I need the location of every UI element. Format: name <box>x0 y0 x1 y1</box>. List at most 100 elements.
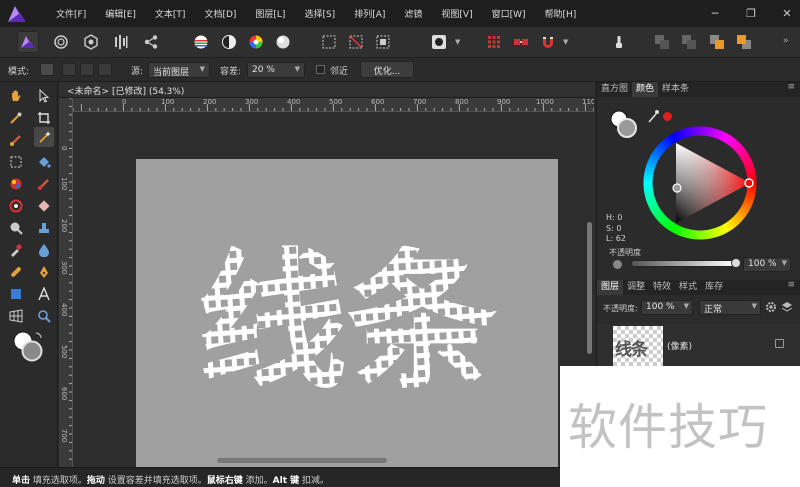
quick-mask-icon[interactable] <box>428 31 450 53</box>
magnet-snapping-icon[interactable] <box>537 31 559 53</box>
select-all-icon[interactable] <box>318 31 340 53</box>
arrange-backward-icon[interactable] <box>678 31 700 53</box>
tab-adjustments[interactable]: 调整 <box>623 280 649 295</box>
layer-options-icon[interactable] <box>781 301 793 313</box>
mode-new-button[interactable] <box>40 63 54 76</box>
chevron-down-icon[interactable]: ▼ <box>563 38 568 46</box>
source-dropdown[interactable]: 当前图层 ▼ <box>148 62 210 78</box>
selection-brush-tool-icon[interactable] <box>6 174 26 194</box>
text-tool-icon[interactable] <box>34 284 54 304</box>
arrange-back-icon[interactable] <box>651 31 673 53</box>
dodge-tool-icon[interactable] <box>6 218 26 238</box>
current-color-swatch[interactable] <box>663 112 672 121</box>
opacity-slider[interactable] <box>631 260 735 267</box>
layer-row[interactable]: 线条 (像素) <box>597 324 800 366</box>
blend-mode-dropdown[interactable]: 正常 ▼ <box>699 300 761 315</box>
menu-select[interactable]: 选择[S] <box>304 7 335 20</box>
flood-select-tool-icon[interactable] <box>34 127 54 147</box>
marquee-tool-icon[interactable] <box>6 152 26 172</box>
layer-opacity-field[interactable]: 100 % ▼ <box>641 300 693 315</box>
auto-levels-icon[interactable] <box>190 31 212 53</box>
minimize-button[interactable]: ─ <box>708 7 722 20</box>
hand-tool-icon[interactable] <box>6 86 26 106</box>
color-picker-tool-icon[interactable] <box>6 108 26 128</box>
document-canvas[interactable]: 线条 <box>136 159 558 475</box>
arrange-front-icon[interactable] <box>733 31 755 53</box>
assistant-icon[interactable] <box>510 31 532 53</box>
menu-document[interactable]: 文档[D] <box>204 7 236 20</box>
tab-color[interactable]: 颜色 <box>632 82 659 97</box>
mode-intersect-button[interactable] <box>98 63 112 76</box>
toolbar-overflow-icon[interactable]: » <box>783 36 789 46</box>
crop-tool-icon[interactable] <box>34 108 54 128</box>
arrange-forward-icon[interactable] <box>706 31 728 53</box>
menu-view[interactable]: 视图[V] <box>441 7 472 20</box>
gear-icon[interactable] <box>765 301 777 313</box>
smudge-tool-icon[interactable] <box>6 240 26 260</box>
color-fill-stroke-icon[interactable] <box>609 109 639 139</box>
snapping-grid-icon[interactable] <box>483 31 505 53</box>
shape-tool-icon[interactable] <box>6 284 26 304</box>
menu-text[interactable]: 文本[T] <box>155 7 186 20</box>
healing-tool-icon[interactable] <box>6 196 26 216</box>
horizontal-ruler[interactable]: 0 100 200 300 400 500 600 700 800 900 10… <box>73 98 594 112</box>
panel-menu-icon[interactable]: ≡ <box>787 82 795 92</box>
chevron-down-icon[interactable]: ▼ <box>455 38 460 46</box>
fill-tool-icon[interactable] <box>34 152 54 172</box>
tab-histogram[interactable]: 直方图 <box>597 82 632 97</box>
fill-stroke-swatch-icon[interactable] <box>12 330 46 364</box>
brush-tool-icon[interactable] <box>6 130 26 150</box>
paint-brush-tool-icon[interactable] <box>34 174 54 194</box>
liquify-persona-icon[interactable] <box>50 31 72 53</box>
tolerance-field[interactable]: 20 % ▼ <box>247 62 305 78</box>
invert-selection-icon[interactable] <box>372 31 394 53</box>
export-persona-icon[interactable] <box>140 31 162 53</box>
menu-arrange[interactable]: 排列[A] <box>354 7 385 20</box>
mode-add-button[interactable] <box>62 63 76 76</box>
auto-contrast-icon[interactable] <box>218 31 240 53</box>
refine-button[interactable]: 优化... <box>360 61 414 78</box>
auto-white-balance-icon[interactable] <box>272 31 294 53</box>
clone-tool-icon[interactable] <box>34 218 54 238</box>
menu-filters[interactable]: 滤镜 <box>404 7 422 20</box>
close-button[interactable]: ✕ <box>780 7 794 20</box>
deselect-icon[interactable] <box>345 31 367 53</box>
contiguous-checkbox[interactable] <box>316 65 325 74</box>
menu-file[interactable]: 文件[F] <box>56 7 86 20</box>
maximize-button[interactable]: ❐ <box>744 7 758 20</box>
document-tab[interactable]: <未命名> [已修改] (54.3%) <box>59 82 594 98</box>
vertical-ruler[interactable]: 0 100 200 300 400 500 600 700 <box>59 98 73 467</box>
canvas-viewport[interactable]: 线条 <box>73 112 594 475</box>
eyedropper-icon[interactable] <box>648 109 660 123</box>
blur-tool-icon[interactable] <box>34 240 54 260</box>
tab-swatches[interactable]: 样本条 <box>658 82 693 97</box>
panel-menu-icon[interactable]: ≡ <box>787 280 795 290</box>
menu-window[interactable]: 窗口[W] <box>492 7 526 20</box>
patch-tool-icon[interactable] <box>6 262 26 282</box>
layer-visibility-checkbox[interactable] <box>775 339 784 348</box>
opacity-field[interactable]: 100 % ▼ <box>743 257 791 272</box>
photo-persona-icon[interactable] <box>17 31 39 53</box>
mode-subtract-button[interactable] <box>80 63 94 76</box>
hand-pointer-icon[interactable] <box>608 31 630 53</box>
zoom-tool-icon[interactable] <box>34 306 54 326</box>
menu-layer[interactable]: 图层[L] <box>255 7 285 20</box>
tab-effects[interactable]: 特效 <box>649 280 675 295</box>
tab-styles[interactable]: 样式 <box>675 280 701 295</box>
tone-mapping-persona-icon[interactable] <box>110 31 132 53</box>
move-tool-icon[interactable] <box>34 86 54 106</box>
color-wheel[interactable] <box>642 125 758 241</box>
menu-edit[interactable]: 编辑[E] <box>105 7 136 20</box>
vertical-scrollbar[interactable] <box>587 222 592 354</box>
menu-help[interactable]: 帮助[H] <box>545 7 577 20</box>
pen-tool-icon[interactable] <box>34 262 54 282</box>
affinity-photo-logo[interactable] <box>6 4 28 24</box>
eraser-tool-icon[interactable] <box>34 196 54 216</box>
auto-colors-icon[interactable] <box>245 31 267 53</box>
tab-layers[interactable]: 图层 <box>597 280 624 295</box>
horizontal-scrollbar[interactable] <box>217 458 387 463</box>
develop-persona-icon[interactable] <box>80 31 102 53</box>
tab-stock[interactable]: 库存 <box>701 280 727 295</box>
mesh-warp-tool-icon[interactable] <box>6 306 26 326</box>
opacity-slider-handle[interactable] <box>731 258 741 268</box>
